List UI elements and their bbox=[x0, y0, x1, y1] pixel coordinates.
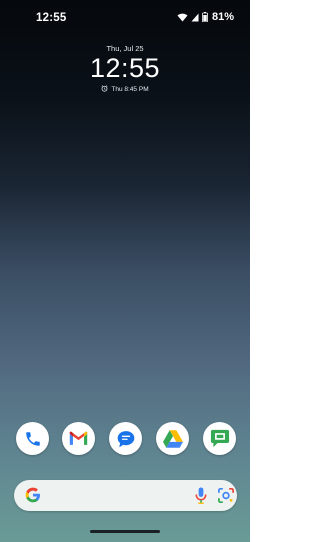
chat-app-button[interactable] bbox=[203, 422, 236, 455]
next-alarm[interactable]: Thu 8:45 PM bbox=[0, 85, 250, 94]
messages-icon bbox=[116, 429, 136, 449]
lock-date: Thu, Jul 25 bbox=[106, 44, 144, 53]
phone-app-button[interactable] bbox=[16, 422, 49, 455]
drive-app-button[interactable] bbox=[156, 422, 189, 455]
gmail-icon bbox=[69, 431, 88, 446]
chat-icon bbox=[210, 429, 230, 448]
status-bar: 12:55 81% bbox=[0, 0, 250, 34]
signal-icon bbox=[191, 13, 199, 22]
drive-icon bbox=[162, 429, 183, 448]
wifi-icon bbox=[177, 13, 188, 22]
phone-icon bbox=[24, 430, 42, 448]
battery-icon bbox=[202, 12, 208, 22]
alarm-text: Thu 8:45 PM bbox=[111, 86, 149, 93]
status-time: 12:55 bbox=[36, 12, 67, 24]
battery-percent: 81% bbox=[211, 11, 234, 23]
google-search-bar[interactable] bbox=[14, 480, 237, 511]
lock-clock[interactable]: 12:55 bbox=[0, 53, 250, 84]
app-dock bbox=[16, 422, 236, 456]
gesture-nav-handle[interactable] bbox=[90, 530, 160, 533]
google-g-icon bbox=[25, 487, 41, 508]
messages-app-button[interactable] bbox=[109, 422, 142, 455]
status-icons: 81% bbox=[177, 11, 234, 23]
lock-screen: 12:55 81% Thu, Jul 25 12:55 Thu 8:45 PM bbox=[0, 0, 250, 542]
microphone-icon[interactable] bbox=[195, 487, 207, 509]
alarm-icon bbox=[101, 85, 108, 94]
google-lens-icon[interactable] bbox=[218, 487, 234, 508]
gmail-app-button[interactable] bbox=[62, 422, 95, 455]
